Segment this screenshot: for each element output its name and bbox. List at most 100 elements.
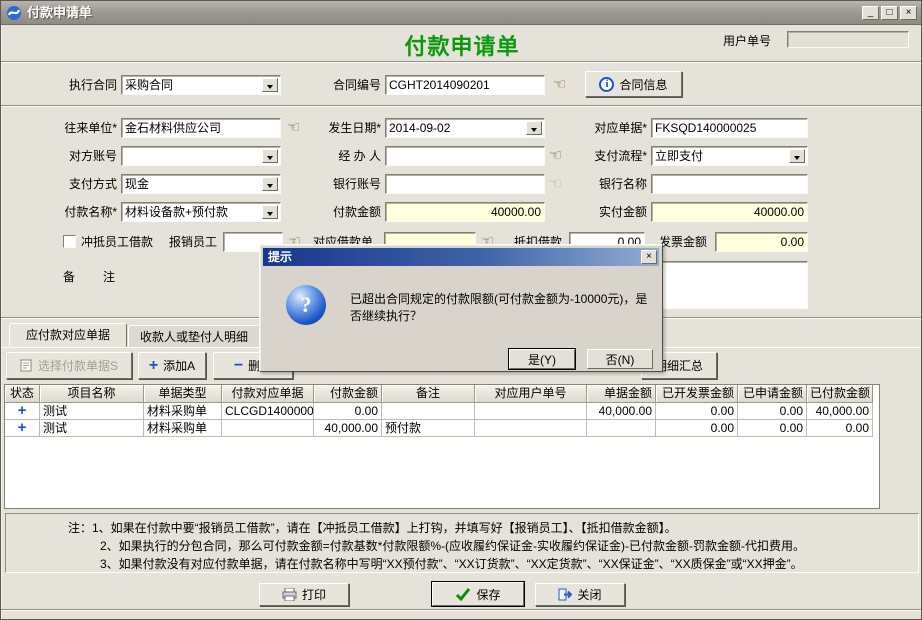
table-header-cell[interactable]: 状态 [5, 385, 40, 403]
partner-account-select[interactable] [121, 146, 281, 166]
expand-row-icon[interactable]: + [18, 403, 27, 419]
table-cell[interactable]: + [5, 420, 40, 437]
table-header-row: 状态项目名称单据类型付款对应单据付款金额备注对应用户单号单据金额已开发票金额已申… [5, 385, 879, 403]
note-line: 2、如果执行的分包合同，那么可付款金额=付款基数*付款限额%-(应收履约保证金-… [100, 537, 805, 555]
partner-field[interactable]: 金石材料供应公司 [121, 118, 281, 138]
table-cell[interactable]: CLCGD140000026 [222, 403, 314, 420]
bank-name-label: 银行名称 [561, 174, 647, 194]
minimize-icon[interactable]: _ [862, 6, 879, 20]
table-cell[interactable] [222, 420, 314, 437]
table-cell[interactable]: 0.00 [656, 403, 738, 420]
exec-contract-select[interactable]: 采购合同 [121, 75, 281, 95]
contract-no-label: 合同编号 [297, 75, 381, 95]
bank-account-field[interactable] [385, 174, 545, 194]
handler-label: 经 办 人 [297, 146, 381, 166]
minus-icon: − [234, 359, 243, 373]
table-cell[interactable]: 0.00 [738, 420, 807, 437]
table-cell[interactable]: 测试 [40, 420, 144, 437]
pay-method-select[interactable]: 现金 [121, 174, 281, 194]
save-button[interactable]: 保存 [432, 582, 524, 606]
table-header-cell[interactable]: 对应用户单号 [475, 385, 587, 403]
invoice-field[interactable]: 0.00 [715, 232, 808, 252]
table-cell[interactable]: 0.00 [314, 403, 382, 420]
actual-amount-label: 实付金额 [561, 202, 647, 222]
table-header-cell[interactable]: 付款金额 [314, 385, 382, 403]
table-cell[interactable]: 测试 [40, 403, 144, 420]
actual-amount-field[interactable]: 40000.00 [651, 202, 808, 222]
window-titlebar: 付款申请单 _ □ × [1, 1, 922, 25]
date-select[interactable]: 2014-09-02 [385, 118, 545, 138]
table-header-cell[interactable]: 已开发票金额 [656, 385, 738, 403]
maximize-icon[interactable]: □ [881, 6, 898, 20]
print-button[interactable]: 打印 [259, 583, 349, 606]
chevron-down-icon[interactable] [789, 149, 805, 163]
user-no-field[interactable] [787, 31, 909, 48]
chevron-down-icon[interactable] [262, 78, 278, 92]
printer-icon [282, 588, 297, 601]
table-cell[interactable]: 预付款 [382, 420, 475, 437]
handler-field[interactable] [385, 146, 545, 166]
add-row-button[interactable]: + 添加A [138, 352, 206, 379]
offset-loan-checkbox[interactable] [63, 235, 76, 248]
pay-amount-field[interactable]: 40000.00 [385, 202, 545, 222]
contract-no-field[interactable]: CGHT2014090201 [385, 75, 545, 95]
dialog-close-icon[interactable]: × [641, 250, 657, 264]
tab-payable-docs[interactable]: 应付款对应单据 [9, 323, 127, 347]
table-header-cell[interactable]: 单据金额 [587, 385, 656, 403]
divider [1, 609, 922, 611]
table-cell[interactable] [475, 403, 587, 420]
table-row[interactable]: +测试材料采购单CLCGD1400000260.0040,000.000.000… [5, 403, 879, 420]
table-header-cell[interactable]: 已付款金额 [807, 385, 873, 403]
table-row[interactable]: +测试材料采购单40,000.00预付款0.000.000.00 [5, 420, 879, 437]
table-header-cell[interactable]: 备注 [382, 385, 475, 403]
payment-request-window: 付款申请单 _ □ × 付款申请单 用户单号 执行合同 采购合同 合同编号 CG… [0, 0, 922, 620]
dialog-titlebar: 提示 [263, 248, 659, 266]
table-cell[interactable] [382, 403, 475, 420]
table-cell[interactable]: 40,000.00 [314, 420, 382, 437]
expand-row-icon[interactable]: + [18, 420, 27, 436]
plus-icon: + [149, 359, 158, 373]
payment-doc-table[interactable]: 状态项目名称单据类型付款对应单据付款金额备注对应用户单号单据金额已开发票金额已申… [4, 384, 880, 509]
chevron-down-icon[interactable] [262, 149, 278, 163]
exec-contract-label: 执行合同 [21, 75, 117, 95]
table-cell[interactable] [475, 420, 587, 437]
table-header-cell[interactable]: 单据类型 [144, 385, 222, 403]
lookup-hand-icon[interactable]: ☜ [553, 77, 566, 93]
pay-name-select[interactable]: 材料设备款+预付款 [121, 202, 281, 222]
partner-account-label: 对方账号 [21, 146, 117, 166]
dialog-yes-button[interactable]: 是(Y) [509, 349, 575, 369]
contract-info-button[interactable]: i 合同信息 [585, 71, 682, 97]
table-header-cell[interactable]: 已申请金额 [738, 385, 807, 403]
chevron-down-icon[interactable] [526, 121, 542, 135]
table-cell[interactable] [587, 420, 656, 437]
table-header-cell[interactable]: 付款对应单据 [222, 385, 314, 403]
bank-account-label: 银行账号 [297, 174, 381, 194]
table-cell[interactable]: 0.00 [807, 420, 873, 437]
close-icon[interactable]: × [900, 6, 917, 20]
app-icon [6, 5, 22, 21]
table-cell[interactable]: + [5, 403, 40, 420]
table-cell[interactable]: 材料采购单 [144, 420, 222, 437]
tab-payee-detail[interactable]: 收款人或垫付人明细 [128, 325, 260, 347]
table-cell[interactable]: 0.00 [738, 403, 807, 420]
pay-amount-label: 付款金额 [297, 202, 381, 222]
info-icon: i [599, 77, 614, 92]
pay-flow-select[interactable]: 立即支付 [651, 146, 808, 166]
note-line: 注：1、如果在付款中要“报销员工借款”，请在【冲抵员工借款】上打钩，并填写好【报… [68, 519, 677, 537]
table-cell[interactable]: 材料采购单 [144, 403, 222, 420]
table-cell[interactable]: 40,000.00 [807, 403, 873, 420]
bank-name-field[interactable] [651, 174, 808, 194]
chevron-down-icon[interactable] [262, 205, 278, 219]
pay-name-label: 付款名称* [21, 202, 117, 222]
select-payment-doc-button: 选择付款单据S [6, 352, 132, 379]
ref-doc-field[interactable]: FKSQD140000025 [651, 118, 808, 138]
date-label: 发生日期* [297, 118, 381, 138]
chevron-down-icon[interactable] [262, 177, 278, 191]
exit-door-icon [558, 588, 572, 601]
notes-panel: 注：1、如果在付款中要“报销员工借款”，请在【冲抵员工借款】上打钩，并填写好【报… [5, 513, 919, 573]
table-cell[interactable]: 0.00 [656, 420, 738, 437]
table-cell[interactable]: 40,000.00 [587, 403, 656, 420]
table-header-cell[interactable]: 项目名称 [40, 385, 144, 403]
dialog-no-button[interactable]: 否(N) [587, 349, 653, 369]
close-button[interactable]: 关闭 [535, 583, 625, 606]
